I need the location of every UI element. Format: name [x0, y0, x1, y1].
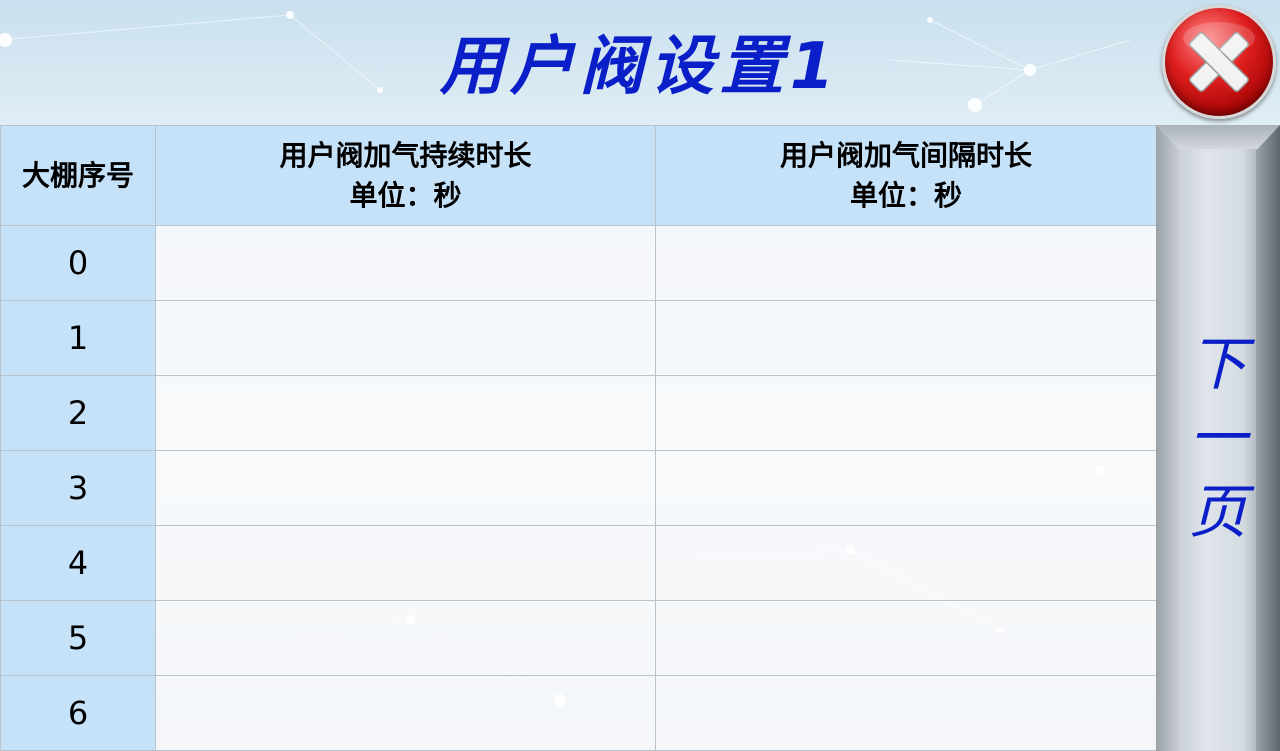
- row-index: 0: [0, 225, 156, 301]
- column-header-duration: 用户阀加气持续时长 单位：秒: [155, 125, 656, 226]
- interval-input[interactable]: [655, 300, 1157, 376]
- column-header-interval-unit: 单位：秒: [849, 178, 962, 212]
- close-icon: [1183, 22, 1255, 92]
- interval-input[interactable]: [655, 225, 1157, 301]
- duration-input[interactable]: [155, 300, 656, 376]
- valve-settings-grid: 大棚序号 用户阀加气持续时长 单位：秒 用户阀加气间隔时长 单位：秒 0 1 2…: [0, 125, 1157, 751]
- duration-input[interactable]: [155, 675, 656, 751]
- next-page-label: 下 一 页: [1180, 125, 1256, 751]
- close-button[interactable]: [1162, 5, 1276, 119]
- table-row: 6: [0, 675, 1157, 751]
- column-header-duration-unit: 单位：秒: [349, 178, 462, 212]
- row-index: 6: [0, 675, 156, 751]
- next-page-char: 一: [1188, 404, 1247, 472]
- duration-input[interactable]: [155, 600, 656, 676]
- table-row: 5: [0, 600, 1157, 676]
- duration-input[interactable]: [155, 375, 656, 451]
- interval-input[interactable]: [655, 600, 1157, 676]
- row-index: 3: [0, 450, 156, 526]
- column-header-duration-label: 用户阀加气持续时长: [279, 138, 532, 172]
- table-row: 3: [0, 450, 1157, 526]
- row-index: 4: [0, 525, 156, 601]
- interval-input[interactable]: [655, 375, 1157, 451]
- next-page-char: 页: [1188, 478, 1247, 546]
- interval-input[interactable]: [655, 450, 1157, 526]
- next-page-bevel-right: [1256, 125, 1280, 751]
- column-header-interval: 用户阀加气间隔时长 单位：秒: [655, 125, 1157, 226]
- next-page-char: 下: [1188, 330, 1247, 398]
- settings-table: 大棚序号 用户阀加气持续时长 单位：秒 用户阀加气间隔时长 单位：秒 0 1 2…: [0, 125, 1157, 751]
- interval-input[interactable]: [655, 675, 1157, 751]
- duration-input[interactable]: [155, 525, 656, 601]
- row-index: 5: [0, 600, 156, 676]
- next-page-button[interactable]: 下 一 页: [1156, 125, 1280, 751]
- page-title: 用户阀设置1: [439, 30, 841, 104]
- column-header-interval-label: 用户阀加气间隔时长: [779, 138, 1032, 172]
- row-index: 1: [0, 300, 156, 376]
- table-row: 2: [0, 375, 1157, 451]
- duration-input[interactable]: [155, 450, 656, 526]
- column-header-index: 大棚序号: [0, 125, 156, 226]
- next-page-bevel-left: [1156, 125, 1180, 751]
- table-row: 1: [0, 300, 1157, 376]
- duration-input[interactable]: [155, 225, 656, 301]
- table-header-row: 大棚序号 用户阀加气持续时长 单位：秒 用户阀加气间隔时长 单位：秒: [0, 125, 1157, 226]
- table-row: 0: [0, 225, 1157, 301]
- interval-input[interactable]: [655, 525, 1157, 601]
- table-row: 4: [0, 525, 1157, 601]
- row-index: 2: [0, 375, 156, 451]
